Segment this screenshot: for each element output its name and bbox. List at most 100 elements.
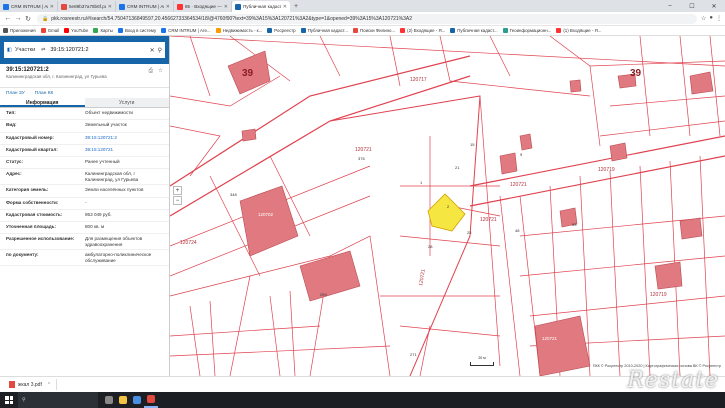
browser-tab-strip: CRM INTRUM | Агентство недв✕5e89b37a78b6…	[0, 0, 725, 12]
browser-tab[interactable]: CRM INTRUM | Агентство недв✕	[0, 1, 58, 12]
info-value: -	[85, 199, 87, 205]
maximize-button[interactable]: ☐	[681, 3, 703, 10]
bookmark-item[interactable]: (1) Входящие - Я...	[556, 28, 601, 33]
bookmark-item[interactable]: CRM INTRUM | Аге...	[161, 28, 211, 33]
parcel-number: 15	[470, 142, 475, 147]
info-key: Вид:	[6, 122, 17, 128]
bookmark-item[interactable]: Геоинформационн...	[502, 28, 552, 33]
info-value[interactable]: 39:15:120721	[85, 147, 163, 152]
arrows-icon[interactable]: ⇄	[41, 47, 45, 53]
bookmark-item[interactable]: YouTube	[64, 28, 88, 33]
tab-services[interactable]: Услуги	[84, 98, 169, 107]
taskbar-app-task-view[interactable]	[102, 392, 116, 408]
cadastral-map[interactable]: 39 39 120717 120719 120721 120721 120721…	[170, 36, 725, 376]
bookmark-label: Недвижимость - к...	[222, 28, 263, 33]
info-row: Тип: Объект недвижимости	[0, 108, 169, 121]
object-tools: ⎙ ☆	[149, 68, 163, 75]
bookmark-item[interactable]: Gmail	[40, 28, 59, 33]
mail-icon	[133, 396, 141, 404]
info-key: Тип:	[6, 110, 16, 115]
taskbar-search[interactable]: ⚲	[18, 392, 98, 408]
bookmark-icon[interactable]: ☆	[158, 68, 163, 75]
lock-icon[interactable]: 🔒	[42, 16, 48, 22]
bookmark-item[interactable]: Росреестр	[267, 28, 296, 33]
browser-tab[interactable]: Публичная кадастровая карта✕	[232, 1, 290, 12]
chrome-icon	[147, 395, 155, 403]
bookmark-label: (2) Входящие - Я...	[407, 28, 446, 33]
bookmark-item[interactable]: Карты	[93, 28, 113, 33]
taskbar-app-chrome[interactable]	[144, 392, 158, 408]
menu-icon[interactable]: ⋮	[716, 15, 722, 22]
parcel-number: 348	[230, 192, 237, 197]
bookmark-label: Геоинформационн...	[509, 28, 552, 33]
info-value: амбулаторно-поликлиническое обслуживание	[85, 252, 152, 263]
forward-icon[interactable]: →	[13, 15, 23, 22]
bookmark-favicon-icon	[502, 28, 508, 33]
quarter-label: 120719	[598, 167, 615, 173]
download-item[interactable]: жкал 3.pdf ⌃	[4, 379, 58, 390]
tab-title: 85 · Входящие — Яндекс.Почта	[185, 4, 222, 9]
search-icon[interactable]: ⚲	[158, 47, 162, 54]
close-window-button[interactable]: ✕	[703, 3, 725, 10]
tab-title: CRM INTRUM | Агентство недв	[127, 4, 164, 9]
info-value[interactable]: 39:15:120721:2	[85, 135, 163, 140]
close-tab-icon[interactable]: ✕	[224, 4, 228, 10]
info-value: Земельный участок	[85, 122, 127, 128]
close-tab-icon[interactable]: ✕	[108, 4, 112, 10]
new-tab-button[interactable]: +	[290, 3, 302, 10]
tab-list: CRM INTRUM | Агентство недв✕5e89b37a78b6…	[0, 1, 290, 12]
plan-kk-link[interactable]: План КК	[35, 91, 54, 96]
bookmark-item[interactable]: Вход в систему	[117, 28, 156, 33]
reload-icon[interactable]: ↻	[23, 15, 33, 23]
url-field[interactable]: 🔒 pkk.rosreestr.ru/#/search/54.750471368…	[37, 13, 697, 24]
profile-icon[interactable]: ●	[709, 15, 713, 22]
info-value: 953 049 руб.	[85, 211, 112, 217]
search-type-select[interactable]: Участки	[15, 47, 35, 53]
favicon-icon	[61, 3, 67, 10]
bookmark-item[interactable]: Поиски Филино...	[352, 28, 396, 33]
print-icon[interactable]: ⎙	[149, 68, 153, 75]
bookmark-label: Поиски Филино...	[359, 28, 396, 33]
back-icon[interactable]: ←	[3, 15, 13, 22]
search-input[interactable]: 39:15:120721:2	[50, 47, 146, 53]
zoom-out-button[interactable]: −	[173, 196, 182, 205]
start-button[interactable]	[0, 392, 18, 408]
bookmark-item[interactable]: Публичная кадаст...	[300, 28, 348, 33]
bookmark-favicon-icon	[556, 28, 562, 33]
plan-zu-link[interactable]: План ЗУ	[6, 91, 25, 96]
task-view-icon	[105, 396, 113, 404]
bookmark-favicon-icon	[40, 28, 46, 33]
info-key: Категория земель:	[6, 187, 49, 193]
zoom-in-button[interactable]: +	[173, 186, 182, 195]
browser-tab[interactable]: CRM INTRUM | Агентство недв✕	[116, 1, 174, 12]
favicon-icon	[235, 3, 241, 10]
close-tab-icon[interactable]: ✕	[50, 4, 54, 10]
minimize-button[interactable]: –	[659, 3, 681, 9]
bookmark-item[interactable]: Публичная кадаст...	[450, 28, 498, 33]
taskbar-apps	[102, 392, 158, 408]
browser-tab[interactable]: 85 · Входящие — Яндекс.Почта✕	[174, 1, 232, 12]
bookmark-item[interactable]: Приложения	[3, 28, 36, 33]
explorer-icon	[119, 396, 127, 404]
info-row: Адрес: Калининградская обл, г Калининград…	[0, 169, 169, 186]
map-canvas[interactable]: 39 39 120717 120719 120721 120721 120721…	[170, 36, 725, 376]
info-key: Разрешенное использование:	[6, 236, 75, 242]
bookmark-item[interactable]: Недвижимость - к...	[215, 28, 263, 33]
bookmark-label: CRM INTRUM | Аге...	[168, 28, 211, 33]
taskbar-app-mail[interactable]	[130, 392, 144, 408]
bookmark-item[interactable]: (2) Входящие - Я...	[400, 28, 445, 33]
panel-tabs: Информация Услуги	[0, 98, 169, 108]
info-key: Кадастровый квартал:	[6, 146, 58, 152]
close-icon[interactable]: ✕	[150, 47, 155, 54]
tab-information[interactable]: Информация	[0, 98, 85, 107]
close-tab-icon[interactable]: ✕	[283, 4, 287, 10]
close-tab-icon[interactable]: ✕	[166, 4, 170, 10]
taskbar-app-explorer[interactable]	[116, 392, 130, 408]
quarter-label: 120721	[510, 182, 527, 188]
info-key: Форма собственности:	[6, 199, 59, 205]
browser-tab[interactable]: 5e89b37a78b6f.pdf ✕	[58, 1, 116, 12]
plan-links: План ЗУ План КК	[0, 88, 169, 98]
star-icon[interactable]: ☆	[701, 15, 706, 22]
chevron-up-icon[interactable]: ⌃	[47, 382, 51, 388]
bookmark-favicon-icon	[93, 28, 99, 33]
